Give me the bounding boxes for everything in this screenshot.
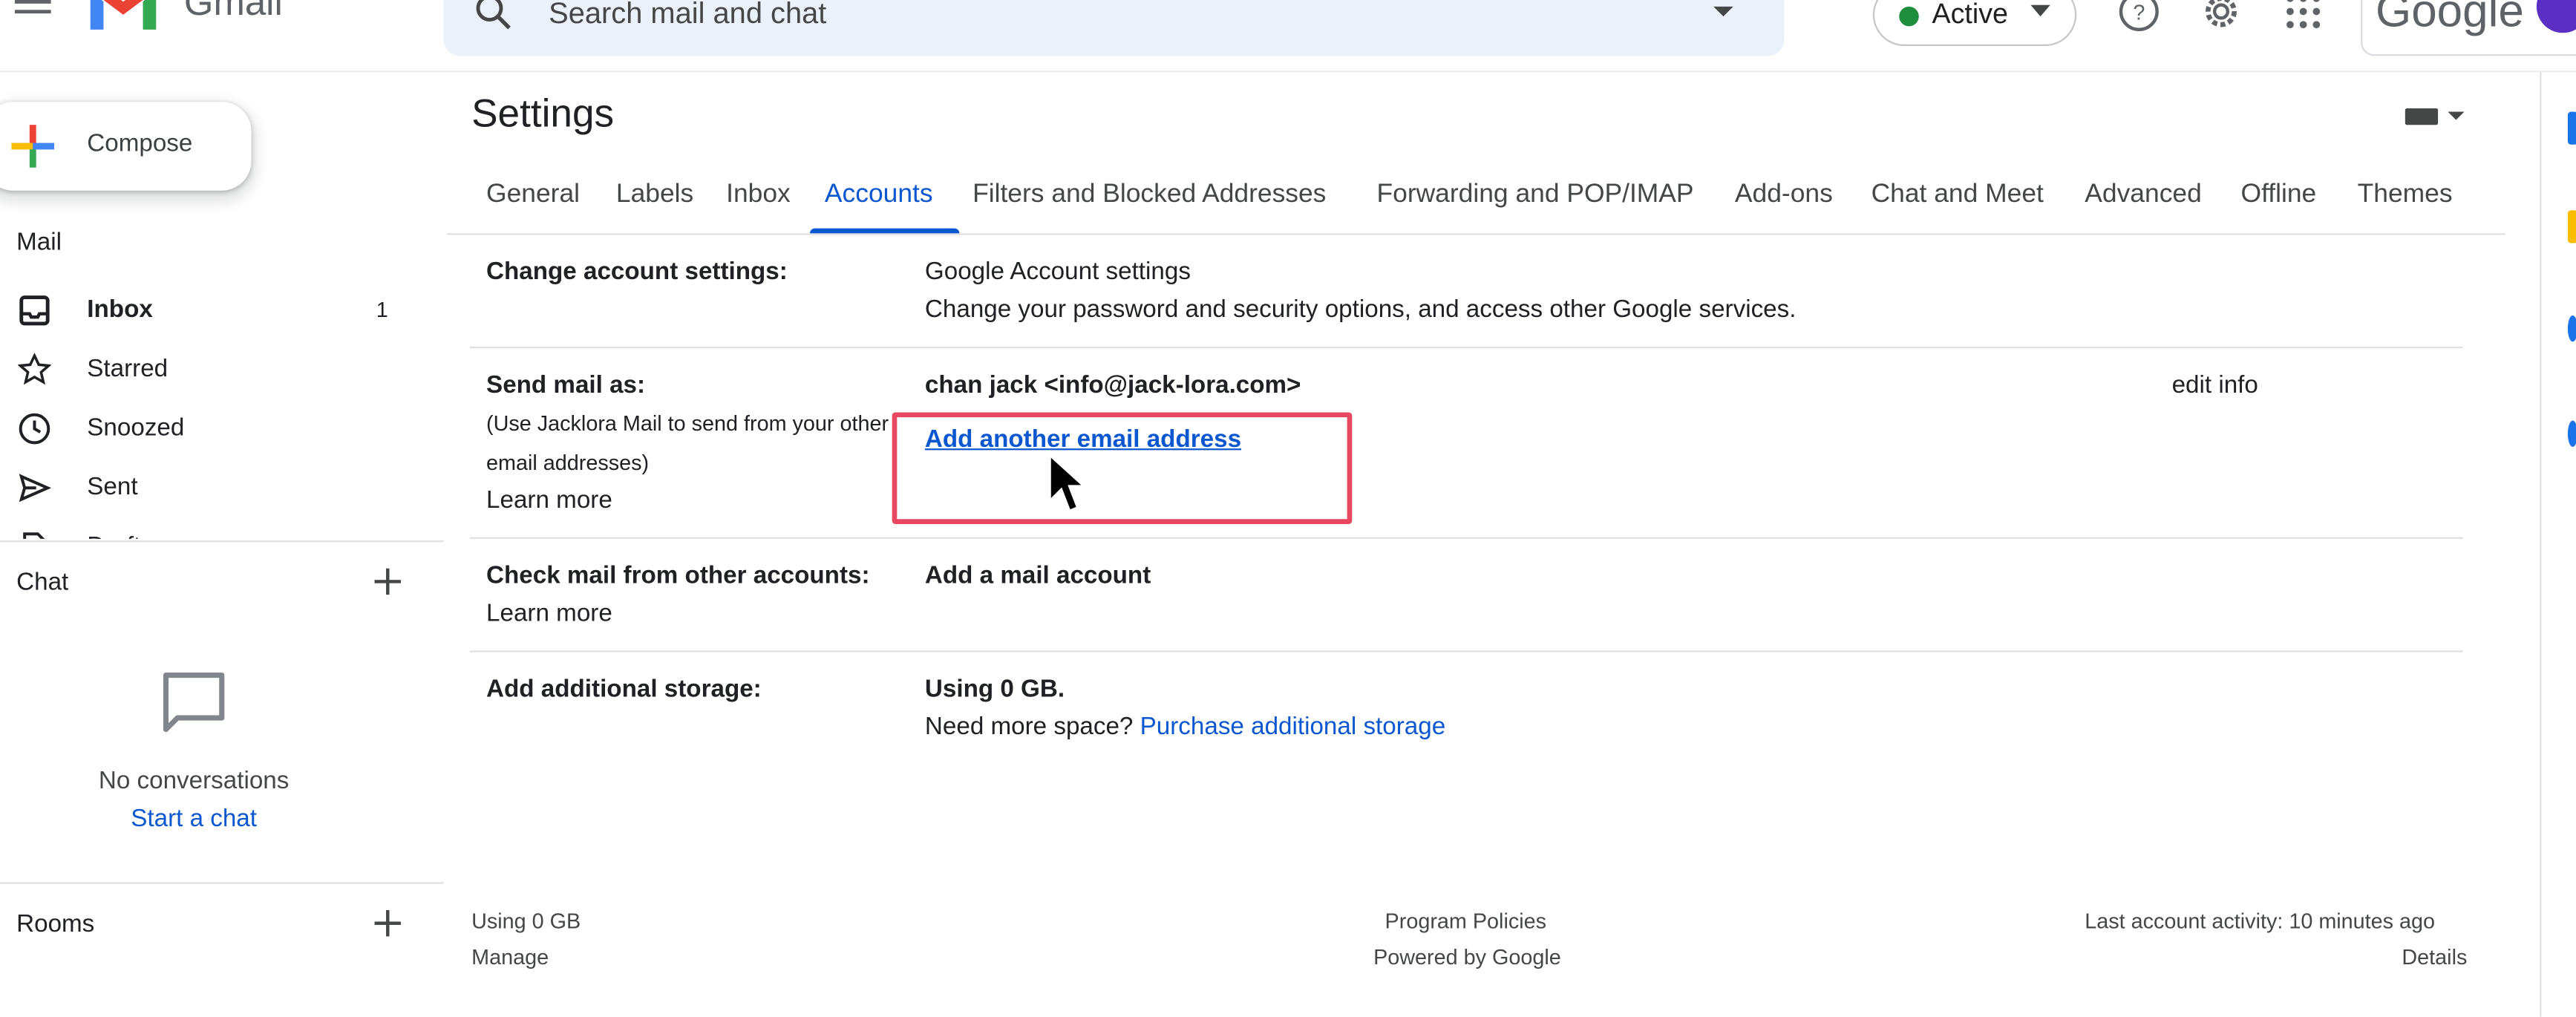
send-icon	[19, 474, 51, 503]
sidebar-item-label: Inbox	[87, 295, 153, 324]
compose-button[interactable]: Compose	[0, 102, 252, 191]
sidebar-item-label: Sent	[87, 473, 138, 501]
tab-forwarding[interactable]: Forwarding and POP/IMAP	[1376, 180, 1693, 210]
tasks-addon-icon[interactable]	[2567, 315, 2576, 342]
chevron-down-icon	[2030, 4, 2050, 17]
change-account-label: Change account settings:	[486, 258, 788, 287]
google-wordmark: Google	[2375, 0, 2524, 36]
change-account-description: Change your password and security option…	[924, 295, 1797, 324]
add-another-email-link[interactable]: Add another email address	[925, 425, 1241, 454]
mail-section-title: Mail	[16, 228, 62, 257]
sidebar-item-sent[interactable]: Sent	[0, 460, 444, 516]
clock-icon	[19, 413, 50, 445]
tab-addons[interactable]: Add-ons	[1735, 180, 1833, 210]
sidebar-item-inbox[interactable]: Inbox 1	[0, 283, 444, 339]
purchase-storage-link[interactable]: Purchase additional storage	[1140, 713, 1446, 741]
add-mail-account-link[interactable]: Add a mail account	[925, 562, 1151, 590]
tab-general[interactable]: General	[486, 180, 580, 210]
sidebar-item-starred[interactable]: Starred	[0, 341, 444, 397]
top-header: Gmail Search mail and chat Active ? Goog…	[0, 0, 2576, 73]
draft-icon	[23, 532, 45, 539]
row-divider	[469, 650, 2463, 653]
settings-tabs: General Labels Inbox Accounts Filters an…	[446, 157, 2505, 235]
send-mail-as-label: Send mail as:	[486, 371, 646, 399]
search-options-icon[interactable]	[1712, 3, 1735, 19]
gmail-logo-icon[interactable]	[87, 0, 159, 36]
sidebar-item-drafts-clipped[interactable]: Drafts	[0, 519, 444, 539]
send-mail-learn-more-link[interactable]: Learn more	[486, 486, 612, 514]
status-dot	[1899, 6, 1919, 27]
sidebar-item-label: Snoozed	[87, 413, 185, 442]
need-more-text: Need more space?	[924, 713, 1134, 742]
storage-usage: Using 0 GB.	[924, 675, 1065, 704]
tab-themes[interactable]: Themes	[2358, 180, 2453, 210]
row-divider	[469, 346, 2463, 349]
settings-gear-icon[interactable]	[2200, 0, 2243, 33]
active-tab-indicator	[810, 228, 960, 234]
contacts-addon-icon[interactable]	[2567, 420, 2576, 447]
star-icon	[18, 353, 51, 385]
footer-details-link[interactable]: Details	[2402, 944, 2467, 969]
storage-label: Add additional storage:	[486, 675, 762, 704]
compose-label: Compose	[87, 129, 193, 158]
gmail-app: Gmail Search mail and chat Active ? Goog…	[0, 0, 2576, 1017]
apps-grid-icon[interactable]	[2282, 0, 2325, 33]
footer-powered-by: Powered by Google	[1373, 944, 1561, 969]
row-divider	[469, 537, 2463, 539]
help-icon[interactable]: ?	[2118, 0, 2161, 33]
svg-text:?: ?	[2133, 1, 2145, 25]
send-as-address: chan jack <info@jack-lora.com>	[924, 371, 1301, 399]
tab-labels[interactable]: Labels	[616, 180, 693, 210]
search-icon[interactable]	[473, 0, 516, 34]
status-label: Active	[1932, 0, 2008, 30]
nav-divider	[0, 882, 444, 884]
tab-accounts[interactable]: Accounts	[825, 180, 933, 210]
sidebar-item-label: Starred	[87, 355, 169, 383]
footer-manage-link[interactable]: Manage	[471, 944, 549, 969]
tab-filters[interactable]: Filters and Blocked Addresses	[972, 180, 1326, 210]
chat-bubble-icon	[163, 673, 225, 733]
unread-count: 1	[376, 297, 388, 322]
status-dropdown[interactable]: Active	[1872, 0, 2077, 46]
add-chat-icon[interactable]	[373, 566, 402, 596]
keyboard-input-icon[interactable]	[2402, 102, 2468, 131]
tab-inbox[interactable]: Inbox	[726, 180, 791, 210]
keep-addon-icon[interactable]	[2567, 210, 2576, 243]
mouse-pointer-icon	[1048, 452, 1088, 513]
rooms-section-title: Rooms	[16, 910, 95, 938]
tab-chat-meet[interactable]: Chat and Meet	[1871, 180, 2044, 210]
add-room-icon[interactable]	[373, 909, 402, 938]
inbox-icon	[19, 295, 50, 326]
nav-divider	[0, 540, 444, 543]
send-mail-as-note: (Use Jacklora Mail to send from your oth…	[486, 411, 889, 475]
side-panel-divider	[2540, 72, 2542, 1017]
page-title: Settings	[471, 91, 615, 137]
edit-info-link[interactable]: edit info	[2172, 371, 2258, 399]
check-mail-label: Check mail from other accounts:	[486, 561, 870, 590]
footer-program-policies-link[interactable]: Program Policies	[1385, 909, 1546, 933]
calendar-addon-icon[interactable]	[2567, 111, 2576, 145]
google-account-settings-link[interactable]: Google Account settings	[925, 258, 1191, 286]
no-conversations-text: No conversations	[98, 767, 290, 796]
sidebar-item-label: Drafts	[87, 532, 153, 539]
footer-usage: Using 0 GB	[471, 908, 581, 933]
gmail-wordmark: Gmail	[183, 0, 283, 23]
tab-offline[interactable]: Offline	[2241, 180, 2317, 210]
check-mail-learn-more-link[interactable]: Learn more	[486, 600, 612, 628]
sidebar-item-drafts[interactable]: Drafts	[0, 519, 444, 539]
tab-advanced[interactable]: Advanced	[2085, 180, 2202, 210]
compose-plus-icon	[11, 125, 55, 168]
menu-icon[interactable]	[13, 0, 56, 33]
search-bar[interactable]: Search mail and chat	[443, 0, 1785, 56]
footer-last-activity: Last account activity: 10 minutes ago	[2085, 908, 2436, 933]
storage-need-more: Need more space? Purchase additional sto…	[925, 713, 1445, 741]
sidebar-item-snoozed[interactable]: Snoozed	[0, 401, 444, 457]
start-chat-link[interactable]: Start a chat	[0, 805, 388, 833]
search-input[interactable]: Search mail and chat	[549, 0, 826, 31]
chat-section-title: Chat	[16, 568, 69, 597]
